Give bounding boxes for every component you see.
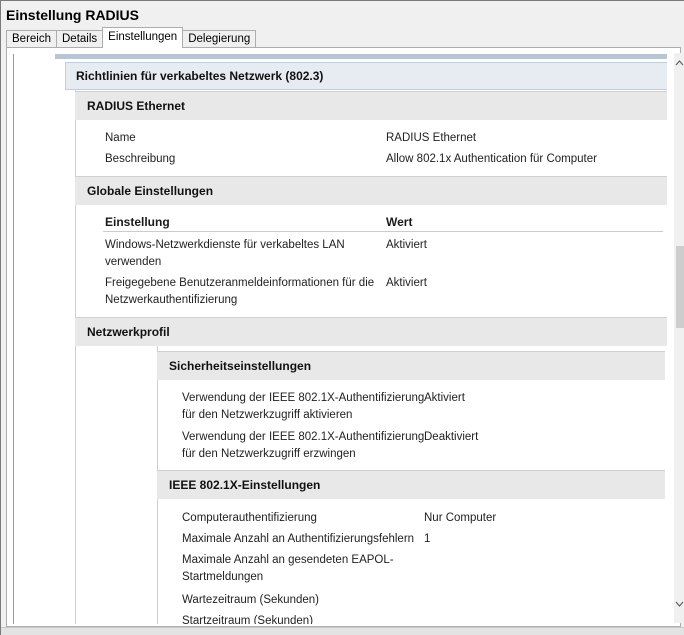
section-header-wired-policies[interactable]: Richtlinien für verkabeltes Netzwerk (80… [65, 62, 667, 90]
row-label: Name [105, 132, 136, 144]
subsection-title: IEEE 802.1X-Einstellungen [169, 478, 321, 492]
row-value: RADIUS Ethernet [386, 132, 477, 144]
table-row: Name RADIUS Ethernet [13, 130, 677, 147]
column-header-value: Wert [386, 215, 413, 229]
table-row: Freigegebene Benutzeranmeldeinformatione… [13, 275, 677, 309]
column-header-setting: Einstellung [105, 215, 170, 229]
row-label-cont: für den Netzwerkzugriff aktivieren [182, 409, 353, 421]
row-label: Computerauthentifizierung [182, 512, 317, 524]
table-row: Verwendung der IEEE 802.1X-Authentifizie… [13, 429, 677, 463]
subsection-header-security[interactable]: Sicherheitseinstellungen [157, 351, 665, 380]
table-row: Verwendung der IEEE 802.1X-Authentifizie… [13, 390, 677, 424]
subsection-title: Sicherheitseinstellungen [169, 359, 312, 373]
row-value: 1 [424, 533, 431, 545]
vertical-scrollbar[interactable] [674, 53, 684, 623]
row-value: Aktiviert [386, 239, 427, 251]
subsection-title: RADIUS Ethernet [87, 99, 186, 113]
subsection-header-radius-ethernet[interactable]: RADIUS Ethernet [75, 91, 667, 120]
table-row: Beschreibung Allow 802.1x Authentication… [13, 151, 677, 168]
section-accent-bar [55, 54, 667, 59]
row-label: Maximale Anzahl an gesendeten EAPOL- [182, 554, 394, 566]
row-label-cont: für den Netzwerkzugriff erzwingen [182, 448, 356, 460]
table-row: Maximale Anzahl an gesendeten EAPOL- Sta… [13, 552, 677, 586]
subsection-header-ieee[interactable]: IEEE 802.1X-Einstellungen [157, 470, 665, 499]
subsection-title: Globale Einstellungen [87, 184, 214, 198]
scroll-down-icon[interactable] [674, 597, 684, 611]
scrollbar-thumb[interactable] [676, 246, 684, 328]
tab-details[interactable]: Details [56, 30, 104, 48]
settings-window: Einstellung RADIUS Bereich Details Einst… [0, 0, 684, 635]
row-value: Nur Computer [424, 512, 497, 524]
row-label: Verwendung der IEEE 802.1X-Authentifizie… [182, 431, 425, 443]
window-bottom-edge [1, 627, 684, 635]
row-value: Aktiviert [386, 277, 427, 289]
table-row: Wartezeitraum (Sekunden) [13, 592, 677, 609]
table-row: Startzeitraum (Sekunden) [13, 613, 677, 624]
row-value: Allow 802.1x Authentication für Computer [386, 153, 597, 165]
subsection-header-network-profile[interactable]: Netzwerkprofil [75, 317, 667, 346]
row-label-cont: verwenden [105, 256, 162, 268]
row-label: Windows-Netzwerkdienste für verkabeltes … [105, 239, 345, 251]
window-title: Einstellung RADIUS [6, 7, 140, 23]
row-label: Freigegebene Benutzeranmeldeinformatione… [105, 277, 375, 289]
row-label: Maximale Anzahl an Authentifizierungsfeh… [182, 533, 415, 545]
row-label: Startzeitraum (Sekunden) [182, 615, 314, 624]
row-label: Wartezeitraum (Sekunden) [182, 594, 319, 606]
section-title: Richtlinien für verkabeltes Netzwerk (80… [76, 69, 324, 83]
tab-delegierung[interactable]: Delegierung [182, 30, 257, 48]
row-value: Deaktiviert [424, 431, 479, 443]
row-value: Aktiviert [424, 392, 465, 404]
table-row: Maximale Anzahl an Authentifizierungsfeh… [13, 531, 677, 548]
tab-bereich[interactable]: Bereich [6, 30, 57, 48]
table-row: Windows-Netzwerkdienste für verkabeltes … [13, 237, 677, 271]
scroll-up-icon[interactable] [674, 56, 684, 70]
row-label-cont: Netzwerkauthentifizierung [105, 294, 238, 306]
settings-report-pane[interactable]: Richtlinien für verkabeltes Netzwerk (80… [6, 47, 681, 627]
report-body: Richtlinien für verkabeltes Netzwerk (80… [13, 54, 677, 624]
subsection-header-global-settings[interactable]: Globale Einstellungen [75, 176, 667, 205]
tab-einstellungen[interactable]: Einstellungen [102, 27, 184, 48]
row-label-cont: Startmeldungen [182, 571, 264, 583]
header-divider [103, 231, 663, 232]
row-label: Verwendung der IEEE 802.1X-Authentifizie… [182, 392, 425, 404]
tab-bar: Bereich Details Einstellungen Delegierun… [6, 27, 257, 48]
subsection-title: Netzwerkprofil [87, 325, 170, 339]
row-label: Beschreibung [105, 153, 176, 165]
table-row: Computerauthentifizierung Nur Computer [13, 510, 677, 527]
